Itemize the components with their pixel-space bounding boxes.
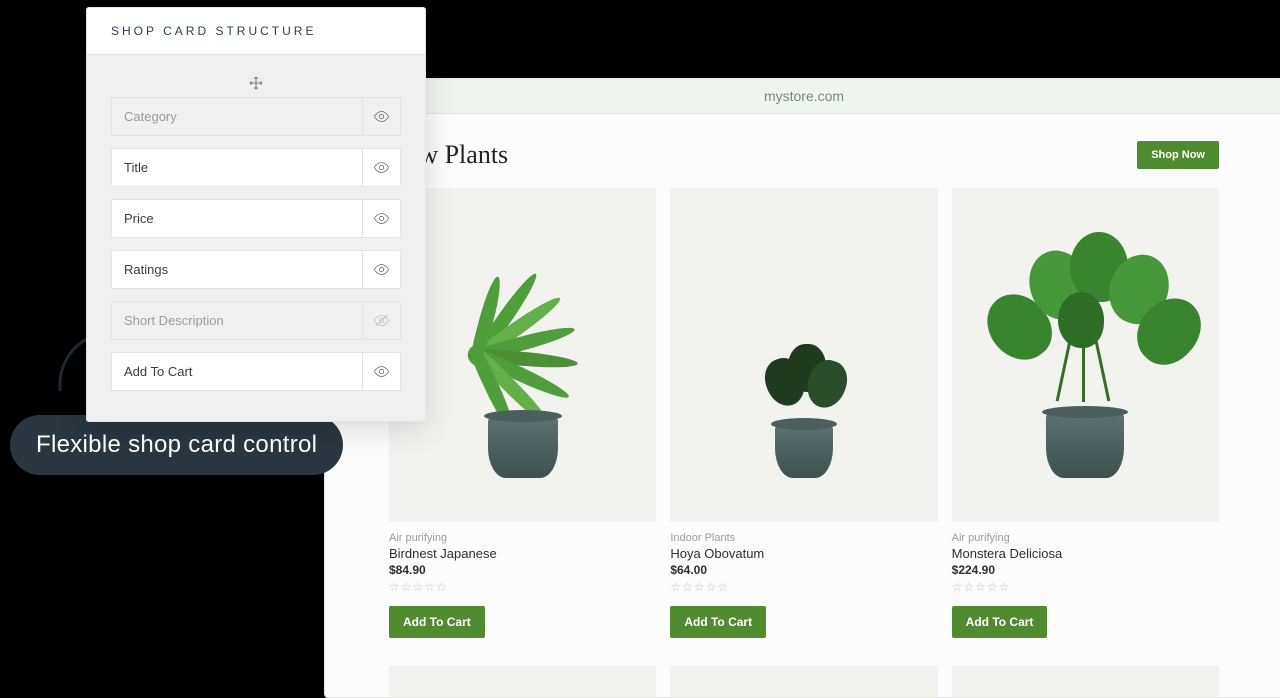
product-card: Air purifying Monstera Deliciosa $224.90… — [952, 188, 1219, 638]
url-bar: mystore.com — [325, 79, 1280, 114]
callout-text: Flexible shop card control — [10, 415, 343, 475]
product-price: $224.90 — [952, 563, 1219, 577]
field-category[interactable]: Category — [111, 97, 401, 136]
product-category: Indoor Plants — [670, 532, 937, 544]
product-card: Air purifying Birdnest Japanese $84.90 ☆… — [389, 188, 656, 638]
field-label: Title — [112, 149, 362, 186]
add-to-cart-button[interactable]: Add To Cart — [670, 606, 766, 638]
product-title[interactable]: Hoya Obovatum — [670, 546, 937, 561]
panel-title: SHOP CARD STRUCTURE — [87, 8, 425, 55]
visibility-toggle[interactable] — [362, 251, 400, 288]
field-label: Price — [112, 200, 362, 237]
plant-icon — [413, 278, 633, 428]
move-icon[interactable] — [111, 75, 401, 95]
preview-window: mystore.com New Plants Shop Now — [324, 78, 1280, 698]
product-image[interactable] — [952, 188, 1219, 522]
product-rating: ☆☆☆☆☆ — [670, 580, 937, 594]
plant-icon — [744, 340, 864, 420]
visibility-toggle[interactable] — [362, 302, 400, 339]
product-image[interactable] — [389, 666, 656, 698]
field-ratings[interactable]: Ratings — [111, 250, 401, 289]
eye-icon — [373, 261, 390, 278]
product-image[interactable] — [670, 188, 937, 522]
product-rating: ☆☆☆☆☆ — [389, 580, 656, 594]
eye-icon — [373, 363, 390, 380]
product-title[interactable]: Monstera Deliciosa — [952, 546, 1219, 561]
field-add-to-cart[interactable]: Add To Cart — [111, 352, 401, 391]
eye-icon — [373, 108, 390, 125]
field-label: Add To Cart — [112, 353, 362, 390]
field-label: Short Description — [112, 302, 362, 339]
field-price[interactable]: Price — [111, 199, 401, 238]
product-grid: Air purifying Birdnest Japanese $84.90 ☆… — [389, 188, 1219, 638]
field-label: Category — [112, 98, 362, 135]
product-image[interactable] — [670, 666, 937, 698]
product-image[interactable] — [952, 666, 1219, 698]
eye-off-icon — [373, 312, 390, 329]
panel-body: Category Title Price Ratings — [87, 55, 425, 421]
field-short-description[interactable]: Short Description — [111, 301, 401, 340]
visibility-toggle[interactable] — [362, 149, 400, 186]
visibility-toggle[interactable] — [362, 98, 400, 135]
visibility-toggle[interactable] — [362, 353, 400, 390]
eye-icon — [373, 210, 390, 227]
preview-content: New Plants Shop Now — [325, 114, 1280, 698]
add-to-cart-button[interactable]: Add To Cart — [389, 606, 485, 638]
plant-icon — [970, 232, 1200, 422]
product-title[interactable]: Birdnest Japanese — [389, 546, 656, 561]
add-to-cart-button[interactable]: Add To Cart — [952, 606, 1048, 638]
eye-icon — [373, 159, 390, 176]
shop-card-structure-panel: SHOP CARD STRUCTURE Category Title Price — [86, 7, 426, 422]
product-category: Air purifying — [952, 532, 1219, 544]
product-category: Air purifying — [389, 532, 656, 544]
product-card: Indoor Plants Hoya Obovatum $64.00 ☆☆☆☆☆… — [670, 188, 937, 638]
field-title[interactable]: Title — [111, 148, 401, 187]
product-price: $84.90 — [389, 563, 656, 577]
shop-now-button[interactable]: Shop Now — [1137, 141, 1219, 169]
visibility-toggle[interactable] — [362, 200, 400, 237]
field-label: Ratings — [112, 251, 362, 288]
product-grid-row2 — [389, 666, 1219, 698]
product-rating: ☆☆☆☆☆ — [952, 580, 1219, 594]
product-price: $64.00 — [670, 563, 937, 577]
product-image[interactable] — [389, 188, 656, 522]
